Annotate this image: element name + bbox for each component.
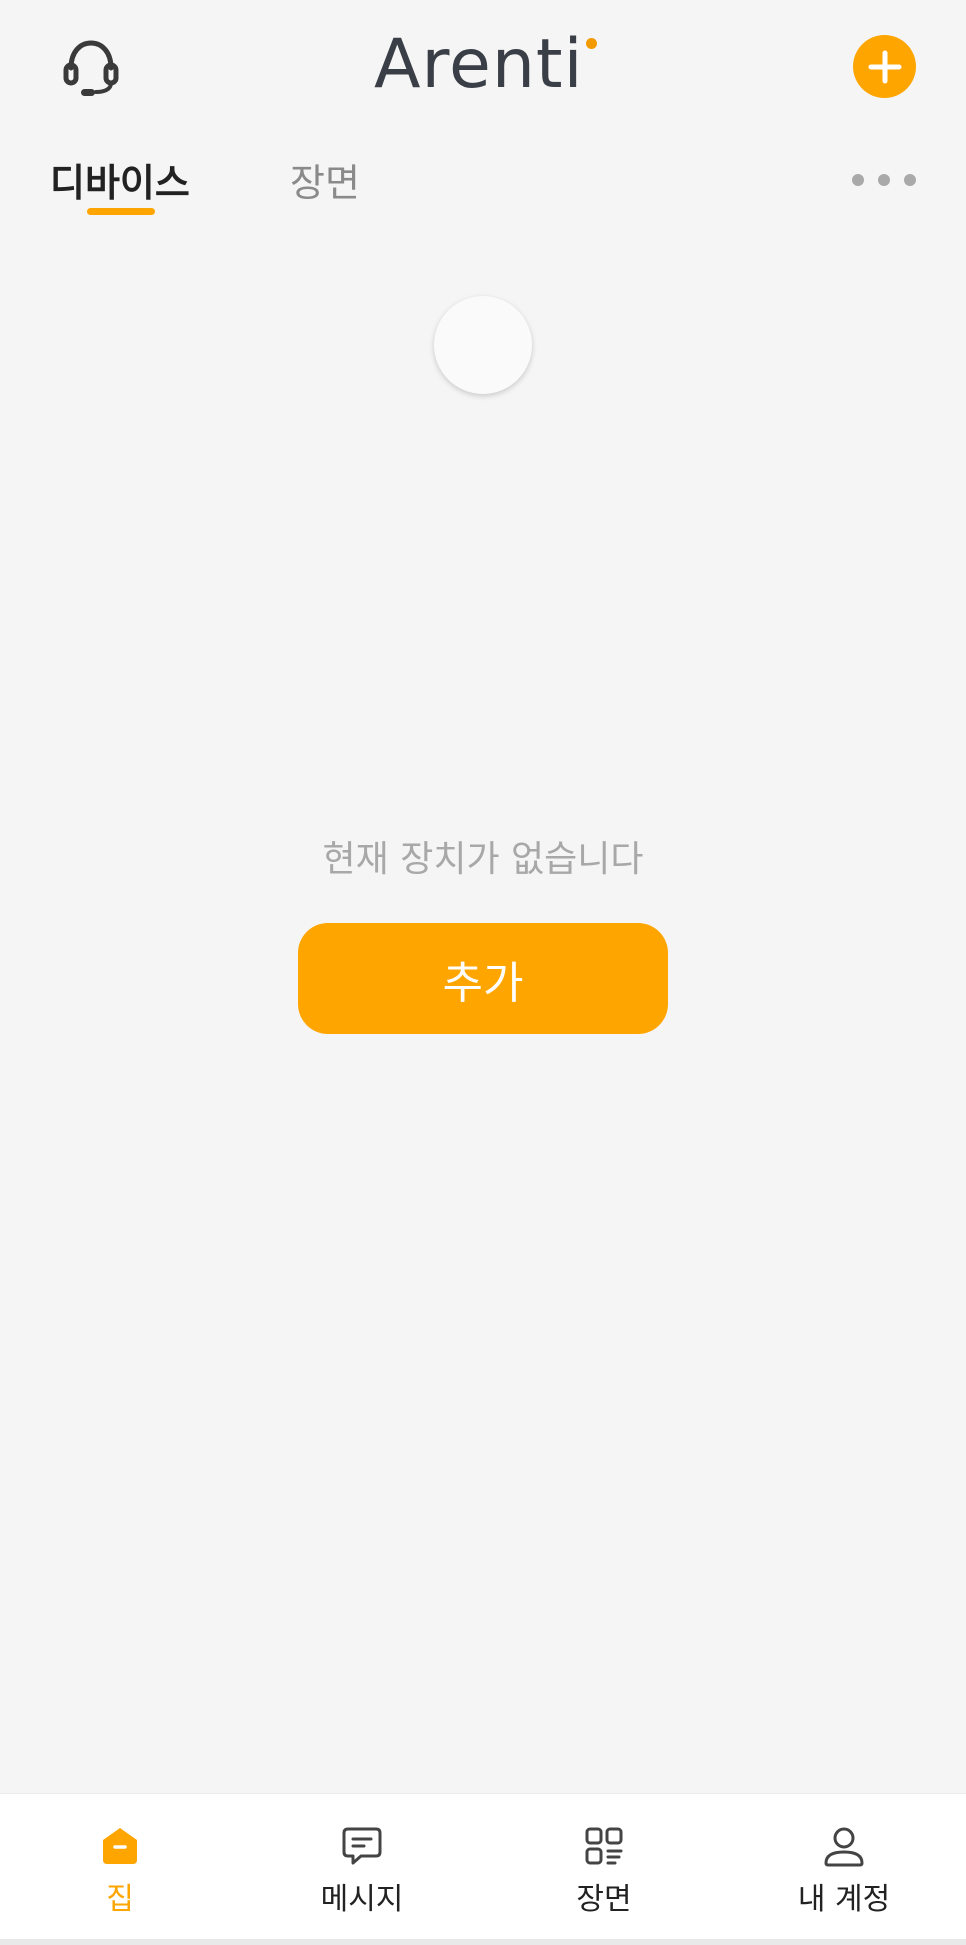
nav-item-account[interactable]: 내 계정 <box>744 1794 944 1945</box>
headset-icon <box>63 40 119 96</box>
more-dot <box>852 174 864 186</box>
account-icon <box>820 1822 868 1870</box>
logo-text: Arenti <box>374 25 584 104</box>
nav-item-home[interactable]: 집 <box>20 1794 220 1945</box>
logo-dot <box>586 38 598 49</box>
header: Arenti <box>0 0 966 130</box>
nav-label-account: 내 계정 <box>797 1882 891 1917</box>
bottom-navigation: 집 메시지 장면 내 계정 <box>0 1793 966 1945</box>
tab-devices[interactable]: 디바이스 <box>50 158 190 208</box>
add-device-header-button[interactable] <box>853 35 916 98</box>
nav-item-messages[interactable]: 메시지 <box>262 1794 462 1945</box>
tab-scenes[interactable]: 장면 <box>290 158 360 208</box>
app-root: Arenti 디바이스 장면 현재 장치가 없습니다 추가 집 메시지 장면 내… <box>0 0 966 1945</box>
loading-indicator <box>434 296 532 394</box>
plus-icon <box>868 50 901 83</box>
brand-logo: Arenti <box>374 25 598 104</box>
nav-label-scenes: 장면 <box>576 1882 632 1917</box>
more-options-button[interactable] <box>852 168 916 192</box>
nav-item-scenes[interactable]: 장면 <box>504 1794 704 1945</box>
bottom-edge-bar <box>0 1939 966 1945</box>
support-button[interactable] <box>56 32 126 102</box>
more-dot <box>904 174 916 186</box>
add-device-button[interactable]: 추가 <box>298 923 668 1034</box>
nav-label-messages: 메시지 <box>320 1882 404 1917</box>
more-dot <box>878 174 890 186</box>
nav-label-home: 집 <box>106 1882 134 1917</box>
tab-bar: 디바이스 장면 <box>0 148 966 228</box>
empty-state-message: 현재 장치가 없습니다 <box>322 839 644 880</box>
scenes-icon <box>580 1822 628 1870</box>
message-icon <box>338 1822 386 1870</box>
active-tab-indicator <box>87 208 155 215</box>
home-icon <box>96 1822 144 1870</box>
